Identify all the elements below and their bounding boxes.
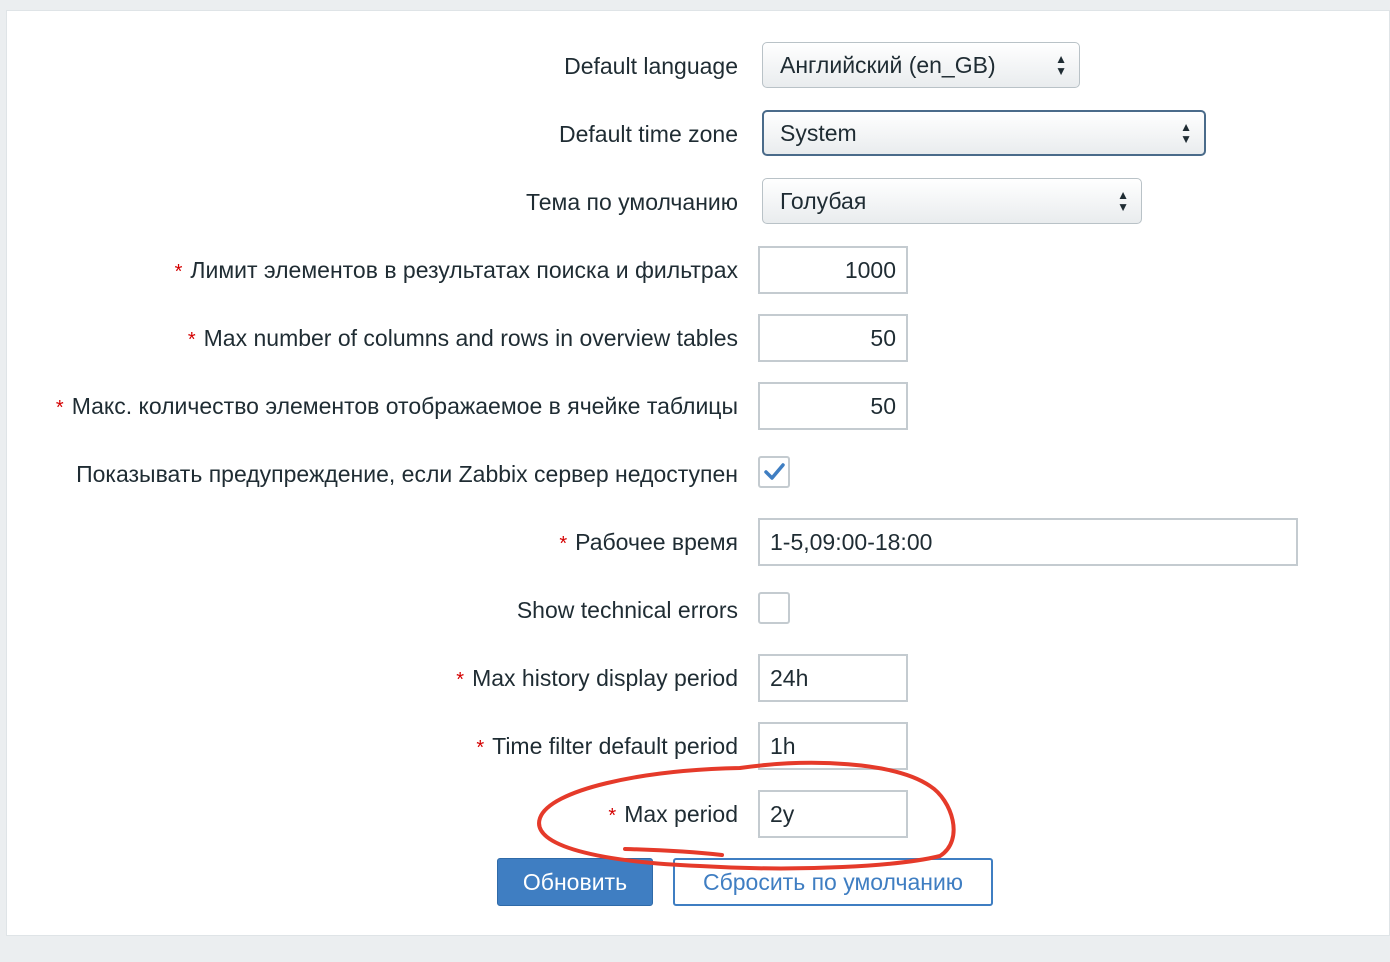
default-theme-label: Тема по умолчанию: [525, 189, 738, 215]
server-warning-checkbox[interactable]: [758, 456, 790, 488]
time-filter-period-input[interactable]: [758, 722, 908, 770]
checkmark-icon: [764, 463, 785, 480]
default-language-select[interactable]: Английский (en_GB) ▲ ▼: [762, 42, 1080, 88]
required-mark: *: [174, 261, 183, 283]
required-mark: *: [187, 329, 196, 351]
overview-max-input[interactable]: [758, 314, 908, 362]
required-mark: *: [559, 533, 568, 555]
required-mark: *: [55, 397, 64, 419]
technical-errors-label: Show technical errors: [516, 597, 738, 623]
required-mark: *: [456, 669, 465, 691]
history-period-input[interactable]: [758, 654, 908, 702]
default-theme-value: Голубая: [780, 188, 867, 214]
update-button[interactable]: Обновить: [497, 858, 653, 906]
work-period-input[interactable]: [758, 518, 1298, 566]
search-limit-input[interactable]: [758, 246, 908, 294]
search-limit-label: * Лимит элементов в результатах поиска и …: [174, 257, 738, 283]
max-period-label: * Max period: [608, 801, 738, 827]
overview-max-label: * Max number of columns and rows in overv…: [187, 325, 738, 351]
max-period-input[interactable]: [758, 790, 908, 838]
time-filter-period-label: * Time filter default period: [476, 733, 738, 759]
table-cell-max-label: * Макс. количество элементов отображаемое…: [55, 393, 738, 419]
up-down-arrows-icon: ▲ ▼: [1180, 120, 1192, 146]
required-mark: *: [608, 805, 617, 827]
technical-errors-checkbox[interactable]: [758, 592, 790, 624]
history-period-label: * Max history display period: [456, 665, 738, 691]
work-period-label: * Рабочее время: [559, 529, 738, 555]
default-language-label: Default language: [564, 53, 738, 79]
default-language-value: Английский (en_GB): [780, 52, 996, 78]
default-theme-select[interactable]: Голубая ▲ ▼: [762, 178, 1142, 224]
default-time-zone-label: Default time zone: [559, 121, 738, 147]
default-time-zone-select[interactable]: System ▲ ▼: [762, 110, 1206, 156]
server-warning-label: Показывать предупреждение, если Zabbix с…: [76, 461, 738, 487]
up-down-arrows-icon: ▲ ▼: [1055, 52, 1067, 78]
default-time-zone-value: System: [780, 120, 857, 146]
reset-defaults-button[interactable]: Сбросить по умолчанию: [673, 858, 993, 906]
up-down-arrows-icon: ▲ ▼: [1117, 188, 1129, 214]
table-cell-max-input[interactable]: [758, 382, 908, 430]
required-mark: *: [476, 737, 485, 759]
